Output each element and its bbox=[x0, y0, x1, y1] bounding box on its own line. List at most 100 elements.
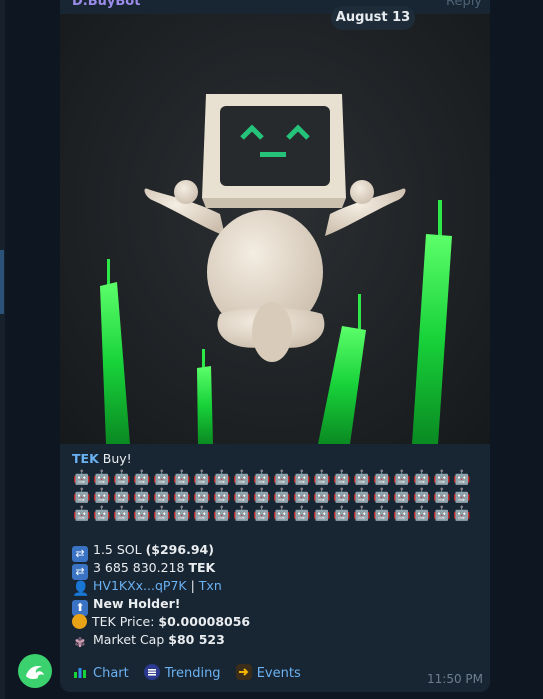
trending-label: Trending bbox=[164, 666, 221, 681]
robot-face-icon: 🤖 bbox=[433, 470, 451, 486]
robot-face-icon: 🤖 bbox=[113, 470, 131, 486]
wave-icon bbox=[26, 666, 44, 680]
robot-face-icon: 🤖 bbox=[193, 488, 211, 504]
robot-face-icon: 🤖 bbox=[153, 470, 171, 486]
app-fab-button[interactable] bbox=[18, 654, 52, 688]
token-link[interactable]: TEK bbox=[72, 451, 99, 466]
date-badge: August 13 bbox=[331, 6, 415, 30]
chart-label: Chart bbox=[93, 666, 129, 681]
robot-face-icon: 🤖 bbox=[333, 506, 351, 522]
candle-wick bbox=[358, 294, 361, 329]
new-holder: New Holder! bbox=[93, 596, 181, 611]
wallet-link[interactable]: HV1KXx...qP7K bbox=[93, 578, 187, 593]
holder-line: ⬆ New Holder! bbox=[72, 595, 482, 616]
mcap-value: $80 523 bbox=[168, 632, 225, 647]
robot-face-icon: 🤖 bbox=[153, 488, 171, 504]
robot-face-icon: 🤖 bbox=[233, 506, 251, 522]
candle-wick bbox=[438, 200, 442, 236]
chart-button[interactable]: Chart bbox=[72, 666, 133, 681]
price-line: TEK Price: $0.00008056 bbox=[72, 613, 482, 631]
message-text: TEK Buy! 🤖 🤖 🤖 🤖 🤖 🤖 🤖 🤖 🤖 🤖 🤖 🤖 🤖 🤖 🤖 🤖 🤖 🤖 🤖 🤖 🤖 🤖 🤖 🤖 🤖 🤖 🤖 🤖 🤖 🤖 🤖… bbox=[72, 450, 482, 651]
sol-usd: ($296.94) bbox=[145, 542, 214, 557]
robot-face-icon: 🤖 bbox=[113, 506, 131, 522]
robot-face-icon: 🤖 bbox=[293, 488, 311, 504]
robot-face-icon: 🤖 bbox=[413, 506, 431, 522]
robot-face-icon: 🤖 bbox=[293, 470, 311, 486]
robot-face-icon: 🤖 bbox=[133, 488, 151, 504]
robot-face-icon: 🤖 bbox=[133, 470, 151, 486]
candle-right-tall bbox=[412, 234, 452, 444]
robot-face-icon: 🤖 bbox=[233, 488, 251, 504]
robot-face-icon: 🤖 bbox=[373, 488, 391, 504]
robot-face-icon: 🤖 bbox=[253, 470, 271, 486]
tek-amount: 3 685 830.218 bbox=[93, 560, 185, 575]
sol-line: ⇄ 1.5 SOL ($296.94) bbox=[72, 541, 482, 562]
robot-face-icon: 🤖 bbox=[193, 506, 211, 522]
robot-face-icon: 🤖 bbox=[113, 488, 131, 504]
txn-link[interactable]: Txn bbox=[199, 578, 222, 593]
robot-face-icon: 🤖 bbox=[153, 506, 171, 522]
robot-face-icon: 🤖 bbox=[373, 506, 391, 522]
candle-left bbox=[100, 282, 130, 444]
robot-face-icon: 🤖 bbox=[273, 470, 291, 486]
robot-face-icon: 🤖 bbox=[373, 470, 391, 486]
trending-button[interactable]: Trending bbox=[143, 664, 225, 681]
robot-face-icon: 🤖 bbox=[293, 506, 311, 522]
candle-right-tilted bbox=[318, 326, 366, 444]
tek-line: ⇄ 3 685 830.218 TEK bbox=[72, 559, 482, 580]
pinwheel-icon: ✾ bbox=[74, 636, 86, 651]
robot-face-icon: 🤖 bbox=[213, 470, 231, 486]
robot-face-icon: 🤖 bbox=[333, 488, 351, 504]
robot-face-icon: 🤖 bbox=[353, 506, 371, 522]
trending-icon bbox=[143, 664, 160, 680]
message-image[interactable] bbox=[60, 14, 490, 444]
robot-face-icon: 🤖 bbox=[313, 470, 331, 486]
robot-face-icon: 🤖 bbox=[413, 470, 431, 486]
robot-face-icon: 🤖 bbox=[93, 488, 111, 504]
sender-name[interactable]: D.BuyBot bbox=[72, 0, 140, 9]
chart-icon bbox=[74, 668, 86, 678]
robot-face-icon: 🤖 bbox=[393, 488, 411, 504]
wallet-line: 👤 HV1KXx...qP7K | Txn bbox=[72, 577, 482, 597]
coin-icon bbox=[72, 614, 87, 629]
robot-face-icon: 🤖 bbox=[173, 488, 191, 504]
events-button[interactable]: Events bbox=[235, 664, 301, 681]
robot-face-icon: 🤖 bbox=[193, 470, 211, 486]
robot-face-icon: 🤖 bbox=[453, 506, 471, 522]
robot-face-icon: 🤖 bbox=[133, 506, 151, 522]
robot-face-icon: 🤖 bbox=[393, 470, 411, 486]
robot-face-icon: 🤖 bbox=[393, 506, 411, 522]
robot-face-icon: 🤖 bbox=[233, 470, 251, 486]
robot-face-icon: 🤖 bbox=[173, 470, 191, 486]
robot-face-icon: 🤖 bbox=[73, 506, 91, 522]
meditating-computer-illustration bbox=[100, 94, 452, 444]
message-time: 11:50 PM bbox=[427, 672, 483, 686]
robot-emoji-grid: 🤖 🤖 🤖 🤖 🤖 🤖 🤖 🤖 🤖 🤖 🤖 🤖 🤖 🤖 🤖 🤖 🤖 🤖 🤖 🤖 🤖 🤖 🤖 🤖 🤖 🤖 🤖 🤖 🤖 🤖 🤖 🤖 🤖 🤖 🤖 🤖 🤖 🤖 🤖 🤖… bbox=[72, 469, 482, 523]
robot-face-icon: 🤖 bbox=[433, 506, 451, 522]
robot-face-icon: 🤖 bbox=[313, 506, 331, 522]
title-text: Buy! bbox=[98, 451, 132, 466]
price-value: $0.00008056 bbox=[158, 614, 251, 629]
sidebar-edge bbox=[0, 0, 5, 699]
arrow-right-icon bbox=[235, 664, 252, 680]
robot-face-icon: 🤖 bbox=[73, 470, 91, 486]
robot-face-icon: 🤖 bbox=[353, 470, 371, 486]
reply-button[interactable]: Reply bbox=[446, 0, 482, 9]
robot-face-icon: 🤖 bbox=[253, 506, 271, 522]
robot-face-icon: 🤖 bbox=[433, 488, 451, 504]
robot-face-icon: 🤖 bbox=[333, 470, 351, 486]
robot-face-icon: 🤖 bbox=[313, 488, 331, 504]
robot-face-icon: 🤖 bbox=[213, 488, 231, 504]
robot-face-icon: 🤖 bbox=[93, 506, 111, 522]
robot-face-icon: 🤖 bbox=[353, 488, 371, 504]
robot-face-icon: 🤖 bbox=[93, 470, 111, 486]
mcap-label: Market Cap bbox=[93, 632, 165, 647]
robot-face-icon: 🤖 bbox=[253, 488, 271, 504]
robot-face-icon: 🤖 bbox=[453, 470, 471, 486]
candle-wick bbox=[202, 349, 205, 369]
sol-amount: 1.5 SOL bbox=[93, 542, 142, 557]
scroll-indicator[interactable] bbox=[0, 250, 4, 314]
robot-face-icon: 🤖 bbox=[273, 506, 291, 522]
robot-face-icon: 🤖 bbox=[213, 506, 231, 522]
